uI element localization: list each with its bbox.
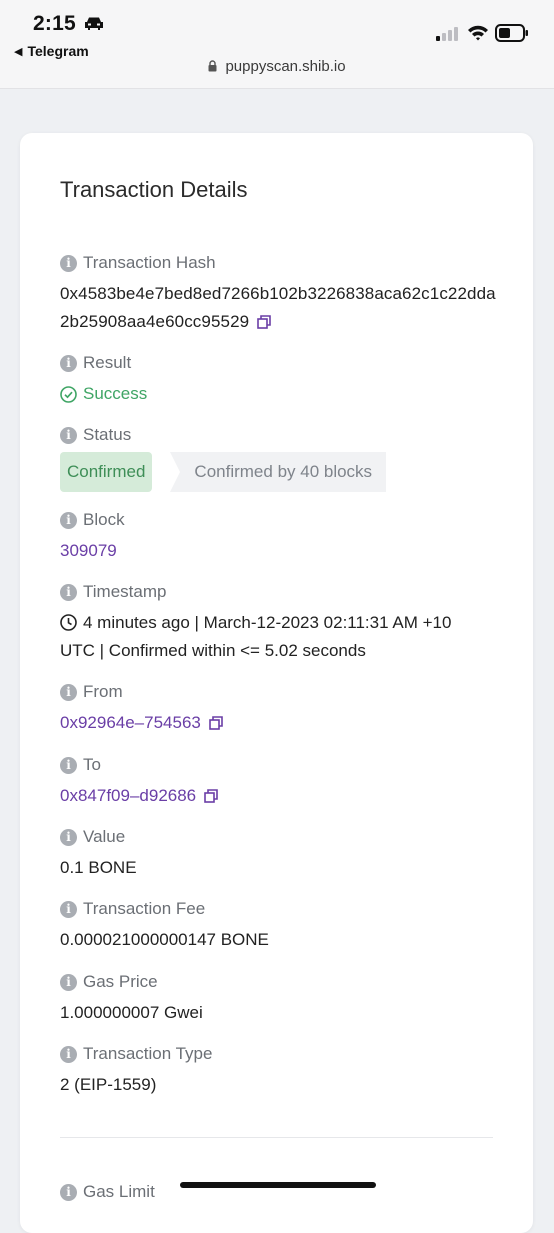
- check-circle-icon: [60, 385, 77, 403]
- field-block: i Block 309079: [60, 509, 500, 565]
- field-label: Transaction Hash: [83, 253, 216, 272]
- status-badge: Confirmed: [60, 452, 153, 492]
- transaction-type-value: 2 (EIP-1559): [60, 1075, 157, 1094]
- gas-price-value: 1.000000007 Gwei: [60, 1003, 203, 1022]
- wifi-icon: [468, 25, 488, 41]
- confirmations-badge: Confirmed by 40 blocks: [170, 452, 387, 492]
- field-label: To: [83, 755, 101, 774]
- info-icon[interactable]: i: [60, 756, 77, 774]
- block-number-link[interactable]: 309079: [60, 541, 117, 560]
- back-to-app-link[interactable]: ◀ Telegram: [14, 43, 89, 59]
- from-address-link[interactable]: 0x92964e–754563: [60, 713, 201, 732]
- field-value: i Value 0.1 BONE: [60, 826, 500, 882]
- field-status: i Status Confirmed Confirmed by 40 block…: [60, 424, 500, 492]
- info-icon[interactable]: i: [60, 254, 77, 272]
- field-label: Status: [83, 425, 132, 444]
- cellular-signal-icon: [436, 27, 458, 41]
- info-icon[interactable]: i: [60, 583, 77, 601]
- field-label: Timestamp: [83, 582, 167, 601]
- back-app-label: Telegram: [27, 43, 89, 59]
- to-address-link[interactable]: 0x847f09–d92686: [60, 786, 196, 805]
- info-icon[interactable]: i: [60, 354, 77, 372]
- battery-icon: [495, 24, 528, 42]
- home-indicator[interactable]: [180, 1182, 376, 1188]
- field-result: i Result Success: [60, 352, 500, 408]
- transaction-fee-value: 0.000021000000147 BONE: [60, 930, 269, 949]
- copy-icon[interactable]: [209, 716, 223, 730]
- field-label: From: [83, 682, 123, 701]
- field-label: Value: [83, 827, 126, 846]
- field-label: Result: [83, 353, 132, 372]
- field-label: Block: [83, 510, 125, 529]
- result-value: Success: [83, 384, 148, 403]
- back-arrow-icon: ◀: [14, 46, 23, 58]
- transaction-hash-value: 0x4583be4e7bed8ed7266b102b3226838aca62c1…: [60, 284, 496, 331]
- copy-icon[interactable]: [204, 789, 218, 803]
- field-to: i To 0x847f09–d92686: [60, 754, 500, 810]
- lock-icon: [208, 60, 217, 72]
- field-timestamp: i Timestamp 4 minutes ago | March-12-202…: [60, 581, 480, 665]
- info-icon[interactable]: i: [60, 900, 77, 918]
- clock-time: 2:15: [33, 12, 76, 35]
- copy-icon[interactable]: [257, 315, 271, 329]
- field-transaction-fee: i Transaction Fee 0.000021000000147 BONE: [60, 898, 500, 954]
- status-bar: 2:15 ◀ Telegram puppyscan.shib.io: [0, 0, 554, 89]
- field-label: Transaction Type: [83, 1044, 213, 1063]
- timestamp-value: 4 minutes ago | March-12-2023 02:11:31 A…: [60, 613, 452, 660]
- info-icon[interactable]: i: [60, 828, 77, 846]
- car-icon: [85, 17, 103, 30]
- clock-icon: [60, 614, 77, 631]
- field-gas-price: i Gas Price 1.000000007 Gwei: [60, 971, 500, 1027]
- transaction-details-card: Transaction Details i Transaction Hash 0…: [20, 133, 533, 1233]
- url-text: puppyscan.shib.io: [225, 58, 346, 75]
- info-icon[interactable]: i: [60, 1183, 77, 1201]
- field-transaction-type: i Transaction Type 2 (EIP-1559): [60, 1043, 500, 1099]
- value-amount: 0.1 BONE: [60, 858, 137, 877]
- info-icon[interactable]: i: [60, 683, 77, 701]
- section-divider: [60, 1137, 493, 1138]
- field-label: Transaction Fee: [83, 899, 206, 918]
- info-icon[interactable]: i: [60, 426, 77, 444]
- field-label: Gas Price: [83, 972, 158, 991]
- info-icon[interactable]: i: [60, 1045, 77, 1063]
- field-from: i From 0x92964e–754563: [60, 681, 500, 737]
- info-icon[interactable]: i: [60, 511, 77, 529]
- info-icon[interactable]: i: [60, 973, 77, 991]
- address-bar[interactable]: puppyscan.shib.io: [0, 58, 554, 75]
- field-transaction-hash: i Transaction Hash 0x4583be4e7bed8ed7266…: [60, 252, 500, 336]
- card-title: Transaction Details: [60, 177, 248, 202]
